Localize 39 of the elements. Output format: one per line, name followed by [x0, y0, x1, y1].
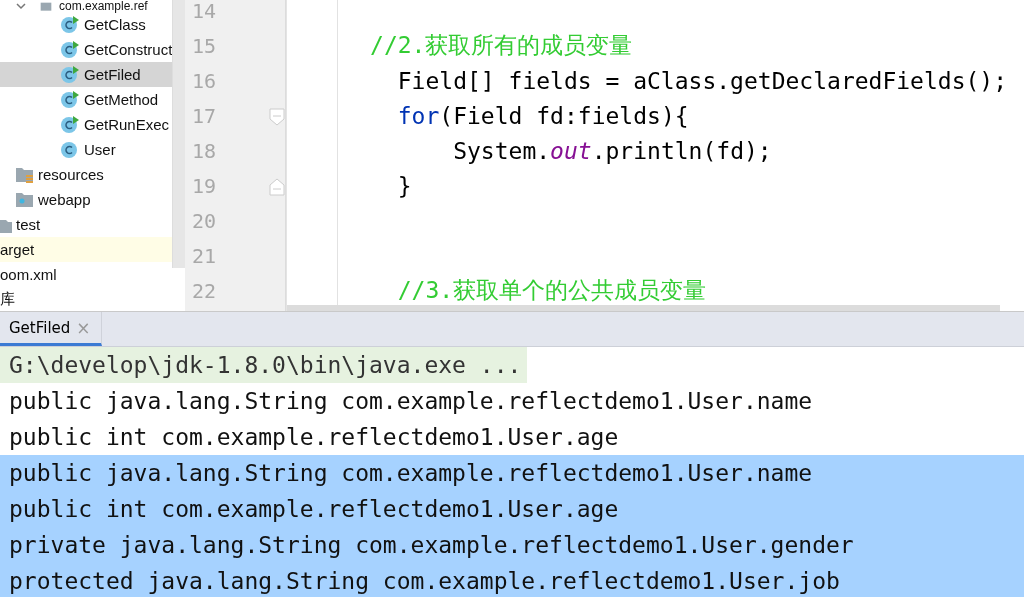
code-line: }: [396, 172, 412, 199]
tree-item-label[interactable]: 库: [0, 290, 15, 309]
console-output: public int com.example.reflectdemo1.User.age: [8, 423, 619, 452]
line-number: 20: [192, 208, 217, 233]
console-output: public int com.example.reflectdemo1.User.age: [8, 495, 619, 524]
console-output: public java.lang.String com.example.reflectdemo1.User.name: [8, 459, 813, 488]
fold-marker-icon[interactable]: [269, 178, 285, 196]
line-number: 22: [192, 278, 217, 303]
line-number: 18: [192, 138, 217, 163]
tree-item-label[interactable]: GetMethod: [84, 91, 159, 108]
line-number: 16: [192, 68, 217, 93]
line-number: 21: [192, 243, 217, 268]
console-output: private java.lang.String com.example.reflectdemo1.User.gender: [8, 531, 854, 560]
console-output: protected java.lang.String com.example.reflectdemo1.User.job: [8, 567, 840, 596]
code-comment: //3.获取单个的公共成员变量: [396, 276, 707, 305]
console-output: public java.lang.String com.example.reflectdemo1.User.name: [8, 387, 813, 416]
resources-folder-icon: [15, 165, 34, 184]
line-number: 19: [192, 173, 217, 198]
code-line: Field[] fields = aClass.getDeclaredFields();: [396, 67, 1008, 94]
line-number: 14: [192, 0, 217, 23]
tree-item-label[interactable]: webapp: [38, 191, 91, 208]
code-line: for(Field fd:fields){: [396, 102, 689, 129]
tree-item-label[interactable]: GetClass: [84, 16, 146, 33]
scrollbar[interactable]: [172, 0, 185, 268]
code-line: System.out.println(fd);: [452, 137, 772, 164]
fold-marker-icon[interactable]: [269, 108, 285, 126]
tree-item-label[interactable]: GetConstruct: [84, 41, 173, 58]
web-folder-icon: [15, 190, 34, 209]
line-number: 15: [192, 33, 217, 58]
code-comment: //2.获取所有的成员变量: [369, 31, 633, 60]
tree-item-label[interactable]: oom.xml: [0, 266, 57, 283]
tree-item-label[interactable]: resources: [38, 166, 104, 183]
horizontal-scrollbar[interactable]: [287, 305, 1000, 311]
tree-item-label[interactable]: User: [84, 141, 116, 158]
package-name[interactable]: com.example.ref: [59, 0, 148, 12]
tree-item-label[interactable]: test: [16, 216, 41, 233]
tree-item-label[interactable]: GetRunExec: [84, 116, 170, 133]
line-number: 17: [192, 103, 217, 128]
tree-item-label[interactable]: arget: [0, 241, 35, 258]
